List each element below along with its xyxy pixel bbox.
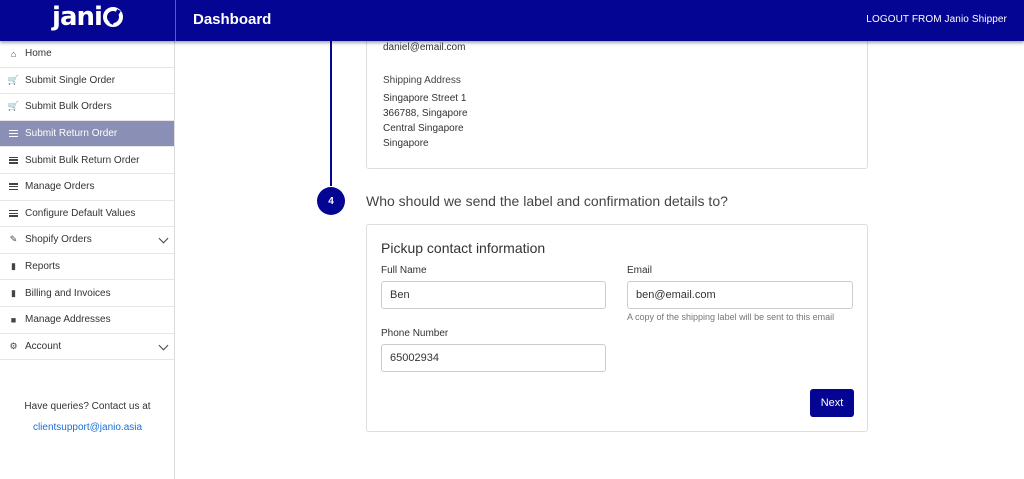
sidebar-item-label: Submit Return Order: [25, 128, 118, 140]
home-icon: ⌂: [10, 48, 17, 59]
address-line: Singapore: [383, 138, 429, 149]
support-email-link[interactable]: clientsupport@janio.asia: [0, 422, 175, 433]
sidebar-item-submit-bulk-return-order[interactable]: Submit Bulk Return Order: [0, 147, 174, 174]
email-label: Email: [627, 265, 653, 276]
email-help-text: A copy of the shipping label will be sen…: [627, 312, 835, 322]
full-name-label: Full Name: [381, 265, 427, 276]
sidebar-item-label: Home: [25, 48, 52, 60]
document-icon: ▮: [11, 287, 16, 298]
main-content: daniel@email.com Shipping Address Singap…: [176, 37, 1024, 479]
list-icon: [9, 209, 18, 218]
address-line: Central Singapore: [383, 123, 464, 134]
contact-email: daniel@email.com: [383, 42, 466, 53]
sidebar-item-label: Submit Single Order: [25, 74, 116, 86]
next-button[interactable]: Next: [810, 389, 854, 417]
sidebar-item-label: Manage Addresses: [25, 314, 111, 326]
address-line: Singapore Street 1: [383, 93, 467, 104]
address-summary-card: daniel@email.com Shipping Address Singap…: [366, 37, 868, 169]
logout-button[interactable]: LOGOUT FROM Janio Shipper: [866, 14, 1007, 25]
sidebar-item-label: Reports: [25, 261, 61, 273]
full-name-input[interactable]: [381, 281, 606, 309]
step-number-badge: 4: [317, 187, 345, 215]
cart-icon: 🛒: [7, 101, 20, 112]
sidebar-item-home[interactable]: ⌂ Home: [0, 41, 174, 68]
sidebar-item-label: Configure Default Values: [25, 207, 136, 219]
shipping-address-label: Shipping Address: [383, 75, 461, 86]
sidebar-item-configure-default-values[interactable]: Configure Default Values: [0, 201, 174, 228]
step-timeline-line: [330, 41, 332, 186]
chevron-down-icon[interactable]: [158, 340, 169, 350]
document-icon: ▮: [11, 261, 16, 272]
sidebar-item-shopify-orders[interactable]: ✎ Shopify Orders: [0, 227, 174, 254]
sidebar-item-submit-return-order[interactable]: Submit Return Order: [0, 120, 174, 148]
top-bar: janiojani Dashboard LOGOUT FROM Janio Sh…: [0, 0, 1024, 41]
sidebar-item-label: Billing and Invoices: [25, 287, 111, 299]
sidebar-item-label: Submit Bulk Return Order: [25, 154, 140, 166]
sidebar-item-manage-addresses[interactable]: ■ Manage Addresses: [0, 307, 174, 334]
step-question: Who should we send the label and confirm…: [366, 193, 728, 209]
lock-icon: ■: [10, 314, 17, 325]
sidebar-item-submit-bulk-orders[interactable]: 🛒 Submit Bulk Orders: [0, 94, 174, 121]
email-input[interactable]: [627, 281, 853, 309]
sidebar-item-manage-orders[interactable]: Manage Orders: [0, 174, 174, 201]
help-text: Have queries? Contact us at: [24, 401, 151, 412]
edit-icon: ✎: [9, 234, 18, 245]
sidebar-item-label: Submit Bulk Orders: [25, 101, 112, 113]
janio-logo[interactable]: janiojani: [0, 0, 175, 41]
page-title: Dashboard: [193, 11, 272, 28]
cart-icon: 🛒: [7, 74, 20, 85]
sidebar-item-label: Account: [25, 340, 62, 352]
sidebar-item-account[interactable]: ⚙ Account: [0, 334, 174, 361]
list-icon: [9, 156, 18, 165]
gear-icon: ⚙: [9, 340, 18, 351]
sidebar-item-billing-and-invoices[interactable]: ▮ Billing and Invoices: [0, 280, 174, 307]
chevron-down-icon[interactable]: [158, 233, 169, 244]
logo-mark-icon: [102, 6, 123, 27]
help-section: Have queries? Contact us at clientsuppor…: [0, 401, 175, 433]
sidebar-item-reports[interactable]: ▮ Reports: [0, 254, 174, 281]
sidebar-item-label: Shopify Orders: [25, 234, 92, 246]
sidebar: ⌂ Home 🛒 Submit Single Order 🛒 Submit Bu…: [0, 41, 175, 479]
sidebar-item-label: Manage Orders: [25, 181, 95, 193]
pickup-contact-card: Pickup contact information Full Name Ema…: [366, 224, 868, 432]
address-line: 366788, Singapore: [383, 108, 468, 119]
card-title: Pickup contact information: [381, 240, 546, 256]
list-icon: [9, 129, 18, 138]
sidebar-item-submit-single-order[interactable]: 🛒 Submit Single Order: [0, 68, 174, 95]
list-icon: [9, 182, 18, 191]
phone-number-input[interactable]: [381, 344, 606, 372]
header-divider: [175, 0, 176, 41]
phone-number-label: Phone Number: [381, 328, 449, 339]
